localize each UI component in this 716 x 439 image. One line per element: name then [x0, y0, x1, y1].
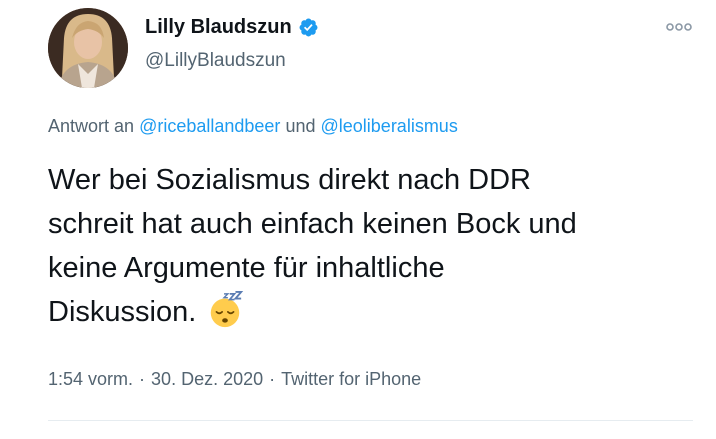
tweet-metadata: 1:54 vorm. · 30. Dez. 2020 · Twitter for iPh… — [48, 369, 421, 390]
avatar-photo — [48, 8, 128, 88]
tweet-text-last-line: Diskussion. — [48, 290, 703, 334]
tweet-card: Lilly Blaudszun @LillyBlaudszun Antwort … — [0, 0, 716, 439]
verified-badge-icon — [299, 18, 318, 37]
meta-separator: · — [139, 369, 146, 389]
avatar[interactable] — [48, 8, 128, 88]
tweet-text-line: Wer bei Sozialismus direkt nach DDR — [48, 164, 531, 196]
meta-separator: · — [269, 369, 276, 389]
reply-context: Antwort an @riceballandbeer und @leolibe… — [48, 116, 458, 137]
tweet-text: Wer bei Sozialismus direkt nach DDR schr… — [48, 158, 703, 334]
mention-link[interactable]: @leoliberalismus — [321, 116, 458, 136]
reply-conjunction: und — [285, 116, 316, 136]
reply-prefix: Antwort an — [48, 116, 135, 136]
sleeping-face-icon — [211, 291, 244, 328]
tweet-text-line: Diskussion. — [48, 296, 197, 328]
tweet-source[interactable]: Twitter for iPhone — [281, 369, 421, 389]
more-options-icon[interactable] — [666, 21, 692, 33]
display-name[interactable]: Lilly Blaudszun — [145, 16, 292, 39]
tweet-text-line: schreit hat auch einfach keinen Bock und — [48, 208, 577, 240]
mention-link[interactable]: @riceballandbeer — [139, 116, 280, 136]
tweet-time[interactable]: 1:54 vorm. — [48, 369, 133, 389]
user-handle[interactable]: @LillyBlaudszun — [145, 50, 286, 72]
author-name-row[interactable]: Lilly Blaudszun — [145, 16, 319, 39]
tweet-date[interactable]: 30. Dez. 2020 — [151, 369, 263, 389]
tweet-text-line: keine Argumente für inhaltliche — [48, 252, 445, 284]
divider — [48, 420, 693, 421]
